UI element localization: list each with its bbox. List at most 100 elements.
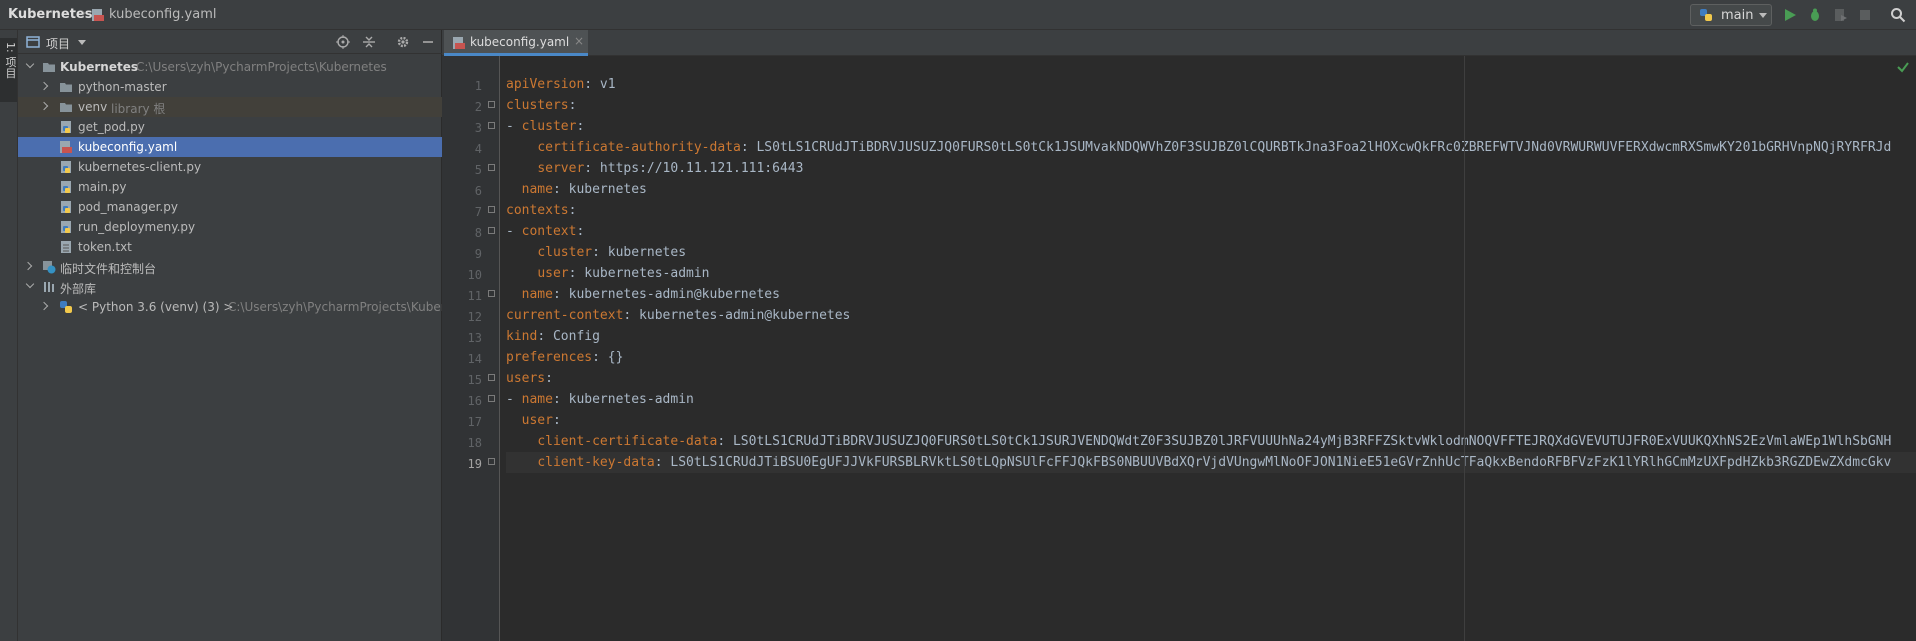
code-indent: - [506, 392, 522, 407]
fold-marker[interactable] [488, 164, 495, 171]
run-icon[interactable] [1782, 7, 1798, 23]
yaml-key: server [537, 161, 585, 176]
check-icon [1897, 62, 1909, 73]
breadcrumb-file[interactable]: kubeconfig.yaml [109, 7, 216, 22]
fold-marker[interactable] [488, 290, 495, 297]
fold-marker[interactable] [488, 206, 495, 213]
yaml-key: certificate-authority-data [537, 140, 741, 155]
coverage-icon[interactable] [1832, 7, 1848, 23]
code-line: kind: Config [506, 326, 600, 347]
stop-icon[interactable] [1857, 7, 1873, 23]
fold-marker[interactable] [488, 101, 495, 108]
line-number: 15 [467, 373, 482, 387]
text-file-icon [61, 241, 71, 253]
breadcrumb-project[interactable]: Kubernetes [8, 7, 92, 22]
chevron-down-icon [1759, 13, 1767, 18]
tree-item-kubernetes-client-py[interactable]: kubernetes-client.py [18, 157, 442, 177]
tree-item-venv[interactable]: venv library 根 [18, 97, 442, 117]
tree-item-label: get_pod.py [78, 120, 145, 134]
navigation-bar: Kubernetes › kubeconfig.yaml main [0, 0, 1916, 30]
tree-item-scratches-and-consoles[interactable]: 临时文件和控制台 [18, 257, 442, 277]
line-number: 1 [474, 79, 482, 93]
project-tool-window-tab[interactable]: 1: 项目 [0, 38, 17, 102]
search-icon[interactable] [1890, 7, 1906, 23]
code-line: preferences: {} [506, 347, 623, 368]
tree-item-label: kubeconfig.yaml [78, 140, 178, 154]
project-tool-window-label: 1: 项目 [4, 42, 17, 79]
yaml-key: name [521, 182, 553, 197]
run-configuration-select[interactable]: main [1690, 4, 1772, 26]
fold-marker[interactable] [488, 458, 495, 465]
code-line: user: kubernetes-admin [506, 263, 710, 284]
hide-panel-icon[interactable] [421, 35, 435, 49]
code-line: users: [506, 368, 553, 389]
tree-item-token-txt[interactable]: token.txt [18, 237, 442, 257]
fold-marker[interactable] [488, 395, 495, 402]
project-panel-title[interactable]: 项目 [46, 35, 70, 52]
line-number: 6 [474, 184, 482, 198]
tree-item-python-master[interactable]: python-master [18, 77, 442, 97]
tree-item-project-root[interactable]: Kubernetes C:\Users\zyh\PycharmProjects\… [18, 57, 442, 77]
python-file-icon [61, 181, 71, 193]
tree-item-kubeconfig-yaml[interactable]: kubeconfig.yaml [18, 137, 442, 157]
folder-icon [60, 83, 72, 92]
collapse-all-icon[interactable] [362, 35, 376, 49]
tool-window-strip: 1: 项目 [0, 30, 18, 641]
code-area[interactable]: apiVersion: v1 clusters: - cluster: cert… [506, 56, 1916, 641]
chevron-right-icon[interactable] [23, 261, 33, 271]
yaml-value: : kubernetes [592, 245, 687, 260]
yaml-value: : [568, 203, 577, 218]
tree-item-pod-manager-py[interactable]: pod_manager.py [18, 197, 442, 217]
chevron-right-icon[interactable] [39, 301, 49, 311]
gear-icon[interactable] [396, 35, 410, 49]
chevron-down-icon[interactable] [25, 279, 35, 289]
debug-icon[interactable] [1807, 7, 1823, 23]
tree-item-label: run_deploymeny.py [78, 220, 196, 234]
fold-marker[interactable] [488, 227, 495, 234]
yaml-key: clusters [506, 98, 569, 113]
project-panel-header: 项目 [18, 30, 442, 54]
line-number: 13 [467, 331, 482, 345]
yaml-value: : kubernetes [552, 182, 647, 197]
yaml-key: name [521, 287, 553, 302]
code-line: - name: kubernetes-admin [506, 389, 694, 410]
project-view-icon [26, 36, 40, 48]
fold-marker[interactable] [488, 122, 495, 129]
tree-item-hint: library 根 [111, 102, 166, 116]
tree-item-label: 外部库 [60, 282, 97, 296]
yaml-key: contexts [506, 203, 569, 218]
tree-item-path: C:\Users\zyh\PycharmProjects\Kubernetes [136, 60, 387, 74]
chevron-down-icon[interactable] [78, 40, 86, 45]
line-number: 4 [474, 142, 482, 156]
tree-item-main-py[interactable]: main.py [18, 177, 442, 197]
yaml-key: users [506, 371, 546, 386]
tree-item-label: python-master [78, 80, 167, 94]
chevron-down-icon[interactable] [25, 59, 35, 69]
fold-marker[interactable] [488, 374, 495, 381]
code-line: cluster: kubernetes [506, 242, 686, 263]
code-line: certificate-authority-data: LS0tLS1CRUdJ… [506, 137, 1891, 158]
chevron-right-icon[interactable] [39, 81, 49, 91]
yaml-value: : [576, 119, 585, 134]
tree-item-python-sdk[interactable]: < Python 3.6 (venv) (3) > C:\Users\zyh\P… [18, 297, 446, 317]
yaml-key: preferences [506, 350, 593, 365]
code-line: user: [506, 410, 561, 431]
locate-icon[interactable] [336, 35, 350, 49]
tree-item-run-deploymeny-py[interactable]: run_deploymeny.py [18, 217, 442, 237]
code-line: contexts: [506, 200, 576, 221]
tree-item-get-pod-py[interactable]: get_pod.py [18, 117, 442, 137]
tab-label: kubeconfig.yaml [470, 35, 570, 49]
library-icon [44, 282, 54, 292]
chevron-right-icon[interactable] [39, 101, 49, 111]
scratch-icon [43, 261, 56, 274]
tab-kubeconfig-yaml[interactable]: kubeconfig.yaml × [444, 30, 588, 56]
line-number: 17 [467, 415, 482, 429]
yaml-value: : kubernetes-admin [568, 266, 710, 281]
yaml-value: : v1 [584, 77, 616, 92]
close-icon[interactable]: × [574, 34, 584, 48]
line-number: 3 [474, 121, 482, 135]
tree-item-external-libraries[interactable]: 外部库 [18, 277, 442, 297]
